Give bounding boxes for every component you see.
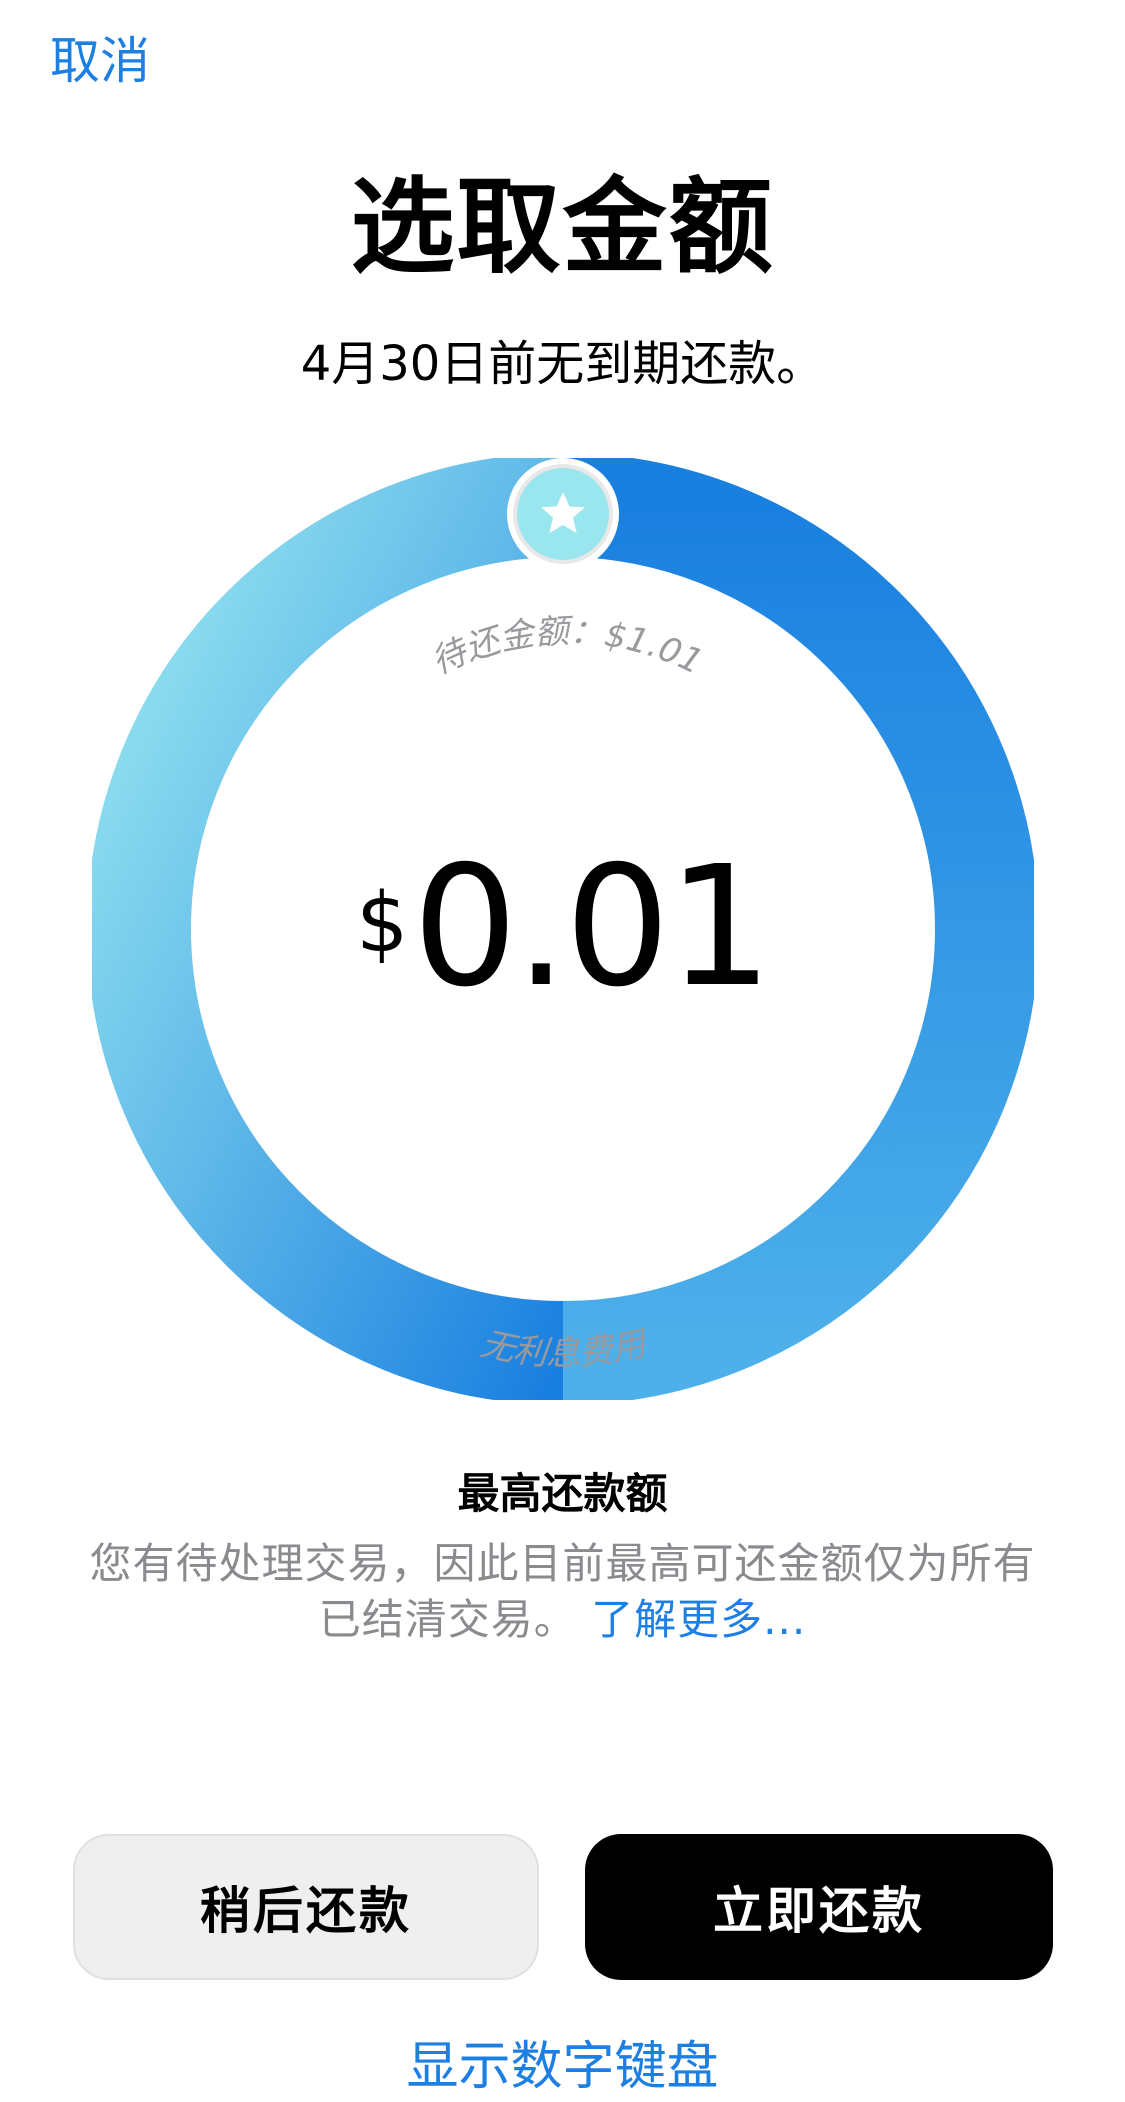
learn-more-link[interactable]: 了解更多... (591, 1595, 806, 1644)
pay-now-button[interactable]: 立即还款 (585, 1834, 1053, 1980)
pay-later-label: 稍后还款 (200, 1882, 412, 1940)
amount-value: 0.01 (412, 831, 773, 1024)
show-keypad-link[interactable]: 显示数字键盘 (0, 2032, 1125, 2102)
pay-later-button[interactable]: 稍后还款 (73, 1834, 539, 1980)
pending-amount-label: 待还金额：$1.01 (426, 611, 709, 683)
max-payment-title: 最高还款额 (457, 1469, 668, 1518)
amount-dial[interactable]: 待还金额：$1.01 $0.01 无利息费用 (92, 458, 1034, 1400)
due-date-subtitle: 4月30日前无到期还款。 (300, 336, 825, 392)
pay-now-label: 立即还款 (713, 1882, 925, 1940)
currency-symbol: $ (356, 876, 409, 971)
max-payment-text: 您有待处理交易，因此目前最高可还金额仅为所有已结清交易。 (89, 1539, 1036, 1644)
selected-amount: $0.01 (92, 838, 1034, 1069)
dial-handle[interactable] (507, 458, 619, 570)
cancel-button[interactable]: 取消 (50, 28, 150, 94)
max-payment-description: 您有待处理交易，因此目前最高可还金额仅为所有已结清交易。 了解更多... (70, 1536, 1055, 1648)
page-title: 选取金额 (350, 166, 775, 288)
